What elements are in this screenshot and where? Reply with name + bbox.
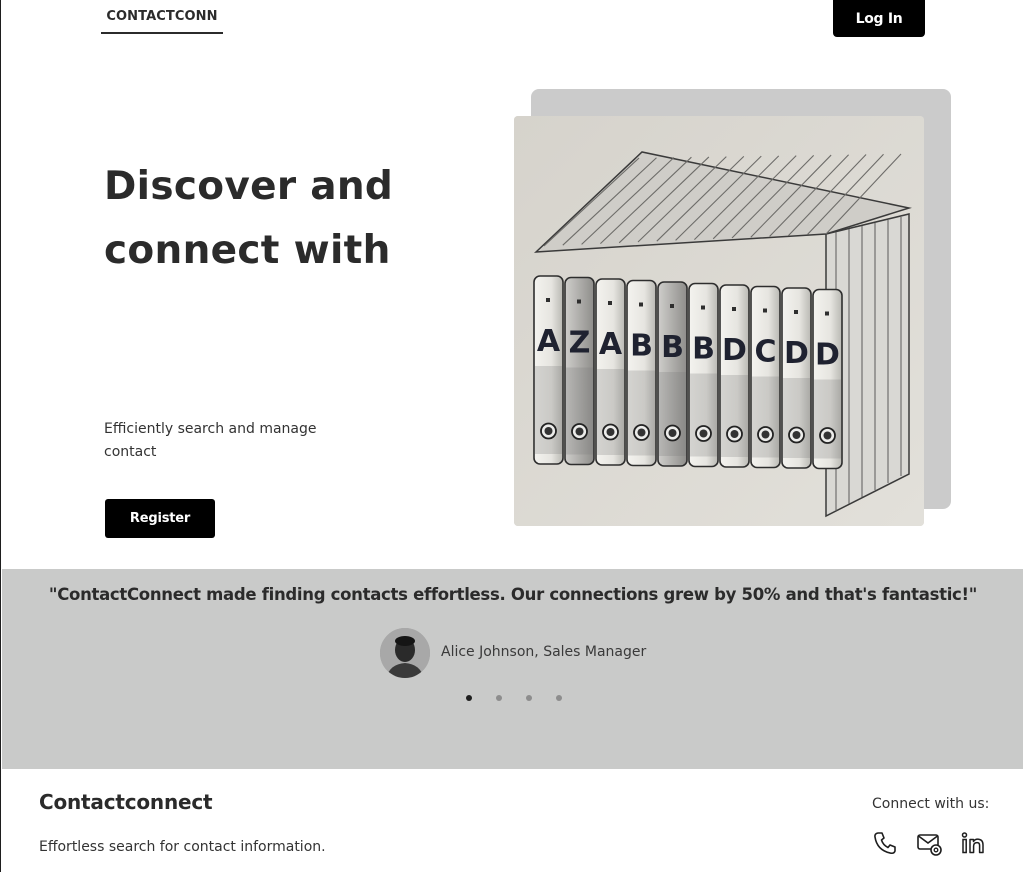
binder-letter: A xyxy=(537,324,561,359)
register-button[interactable]: Register xyxy=(105,499,215,538)
binders-illustration: AZABBBDCDD xyxy=(514,116,924,526)
binder-letter: B xyxy=(630,329,653,364)
footer-tagline: Effortless search for contact informatio… xyxy=(39,839,326,855)
binder-letter: A xyxy=(599,327,623,362)
carousel-dot-1[interactable] xyxy=(466,695,472,701)
connect-label: Connect with us: xyxy=(872,796,990,812)
binder-spine: Z xyxy=(564,276,595,466)
binder-spine: C xyxy=(750,285,781,469)
carousel-dot-4[interactable] xyxy=(556,695,562,701)
binder-letter: D xyxy=(722,333,747,368)
binder-letter: D xyxy=(815,338,840,373)
hero-subtitle: Efficiently search and manage contact xyxy=(104,421,317,460)
binder-spine: D xyxy=(781,287,812,469)
binder-letter: C xyxy=(754,335,776,370)
binder-letter: D xyxy=(784,336,809,371)
testimonial-author: Alice Johnson, Sales Manager xyxy=(441,644,647,660)
binder-spine: B xyxy=(688,282,719,468)
hero-image: AZABBBDCDD xyxy=(514,116,924,526)
person-icon xyxy=(380,628,430,678)
testimonial-quote: "ContactConnect made finding contacts ef… xyxy=(48,585,978,604)
binder-spine: D xyxy=(812,288,843,470)
linkedin-icon[interactable] xyxy=(960,830,986,856)
brand-tab[interactable]: CONTACTCONN xyxy=(101,0,223,34)
avatar xyxy=(380,628,430,678)
binder-letter: B xyxy=(661,330,684,365)
login-button[interactable]: Log In xyxy=(833,0,925,37)
binder-letter: Z xyxy=(569,326,591,361)
carousel-dot-2[interactable] xyxy=(496,695,502,701)
phone-icon[interactable] xyxy=(872,830,898,856)
mail-icon[interactable] xyxy=(916,830,942,856)
hero-title: Discover and connect with xyxy=(104,164,394,273)
binder-spine: A xyxy=(595,278,626,466)
testimonial-section: "ContactConnect made finding contacts ef… xyxy=(2,569,1023,769)
binder-spine: D xyxy=(719,284,750,468)
binder-spine: B xyxy=(657,281,688,467)
carousel-dot-3[interactable] xyxy=(526,695,532,701)
binder-spine: B xyxy=(626,279,657,467)
binder-letter: B xyxy=(692,332,715,367)
binder-spine: A xyxy=(533,275,564,465)
footer-title: Contactconnect xyxy=(39,790,213,814)
